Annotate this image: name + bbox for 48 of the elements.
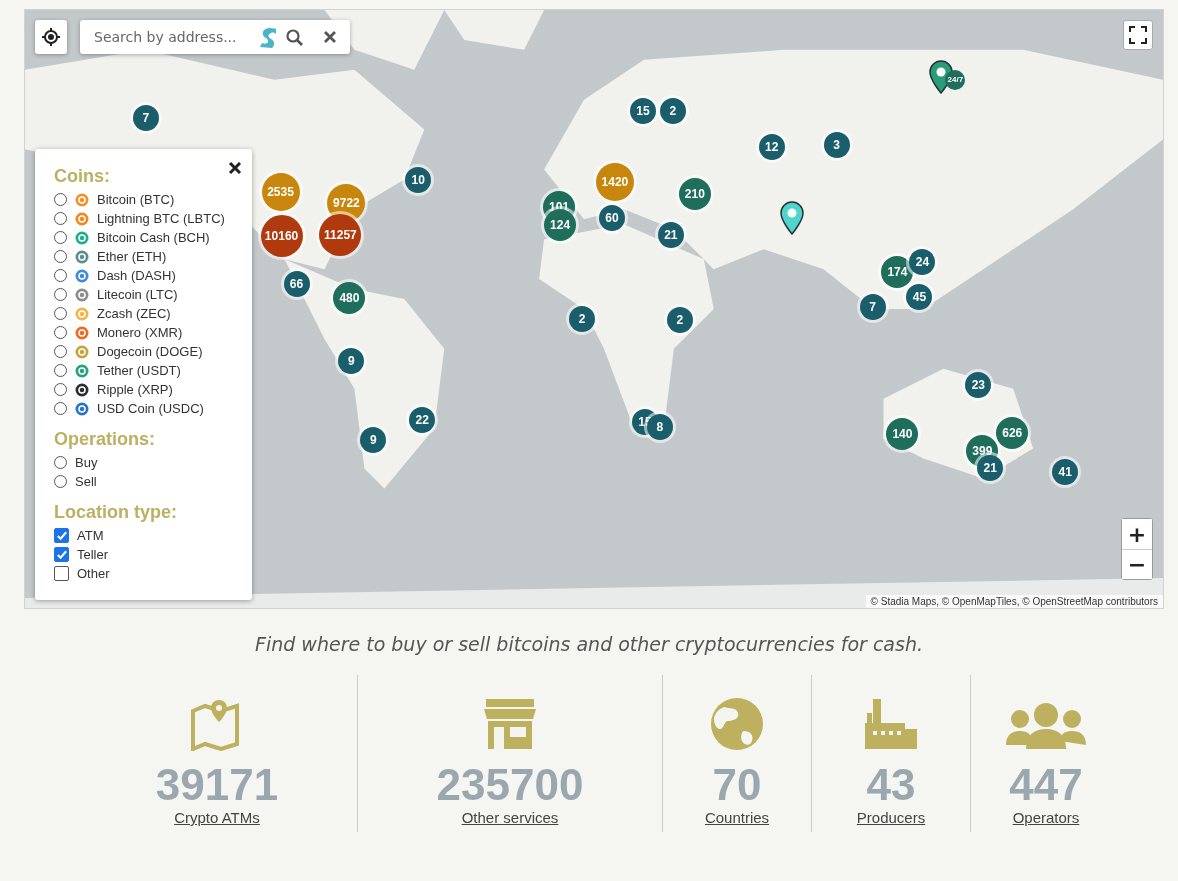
search-field[interactable]: Search by address...	[80, 20, 350, 54]
stat-link[interactable]: Countries	[704, 809, 770, 826]
option-label[interactable]: USD Coin (USDC)	[97, 401, 204, 416]
locate-button[interactable]	[35, 20, 67, 54]
stat-value: 447	[1009, 761, 1083, 809]
option-label[interactable]: Monero (XMR)	[97, 325, 183, 340]
globe-icon	[710, 697, 764, 751]
option-label[interactable]: ATM	[77, 528, 104, 543]
option-label[interactable]: Dogecoin (DOGE)	[97, 344, 203, 359]
close-icon[interactable]	[228, 161, 242, 175]
section-heading: Operations:	[54, 428, 155, 450]
fullscreen-button[interactable]	[1123, 20, 1153, 50]
section-heading: Coins:	[54, 165, 110, 187]
option-label[interactable]: Ether (ETH)	[97, 249, 167, 264]
option-label[interactable]: Sell	[75, 474, 97, 489]
fullscreen-icon	[1129, 26, 1147, 44]
stat-value: 235700	[436, 761, 584, 809]
checkbox[interactable]	[54, 547, 69, 562]
stat-link[interactable]: Producers	[856, 809, 926, 826]
section-heading: Location type:	[54, 501, 177, 523]
stat-link[interactable]: Crypto ATMs	[174, 809, 260, 826]
option-label[interactable]: Zcash (ZEC)	[97, 306, 171, 321]
option-label[interactable]: Bitcoin Cash (BCH)	[97, 230, 210, 245]
factory-icon	[863, 697, 919, 751]
close-icon[interactable]	[322, 29, 338, 45]
option-label[interactable]: Buy	[75, 455, 98, 470]
option-label[interactable]: Tether (USDT)	[97, 363, 181, 378]
attribution-text[interactable]: © Stadia Maps, © OpenMapTiles, © OpenStreetMap contributors	[865, 595, 1163, 608]
checkbox[interactable]	[54, 528, 69, 543]
option-label[interactable]: Ripple (XRP)	[97, 382, 173, 397]
stat-value: 39171	[155, 761, 279, 809]
search-icon[interactable]	[285, 28, 303, 46]
checkbox[interactable]	[54, 566, 69, 581]
option-label[interactable]: Lightning BTC (LBTC)	[97, 211, 225, 226]
option-label[interactable]: Bitcoin (BTC)	[97, 192, 175, 207]
tagline: Find where to buy or sell bitcoins and other cryptocurrencies for cash.	[254, 633, 924, 655]
location-pin-icon[interactable]	[779, 201, 804, 236]
stat-value: 70	[712, 761, 762, 809]
option-label[interactable]: Other	[77, 566, 110, 581]
store-icon	[482, 697, 538, 751]
zoom-out-button[interactable]: −	[1122, 549, 1152, 579]
option-label[interactable]: Teller	[77, 547, 109, 562]
option-label[interactable]: Litecoin (LTC)	[97, 287, 178, 302]
locate-icon	[41, 27, 61, 47]
stat-link[interactable]: Operators	[1012, 809, 1080, 826]
option-label[interactable]: Dash (DASH)	[97, 268, 176, 283]
stat-value: 43	[866, 761, 916, 809]
stat-link[interactable]: Other services	[461, 809, 559, 826]
